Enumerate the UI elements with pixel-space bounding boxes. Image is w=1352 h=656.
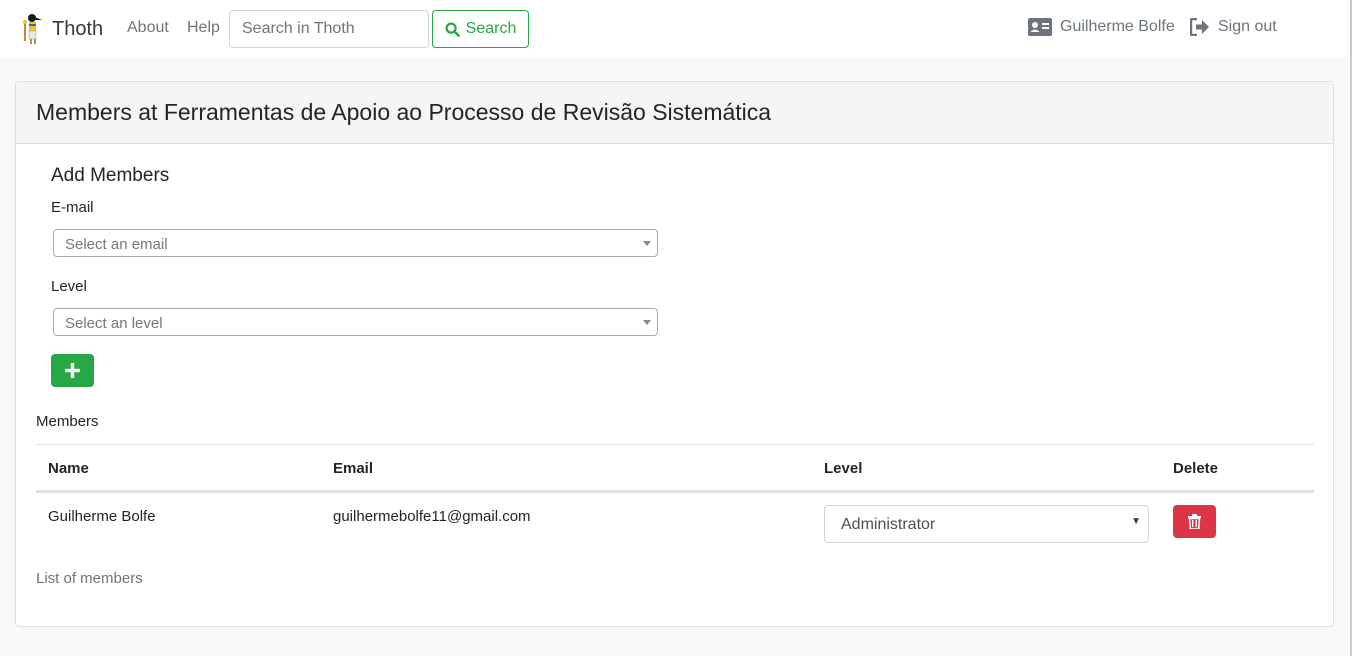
chevron-down-icon [643,320,651,325]
email-label: E-mail [51,199,94,216]
table-caption: List of members [36,570,143,587]
table-top-divider [36,444,1314,445]
sign-out-icon [1190,18,1209,36]
level-select-placeholder: Select an level [65,315,163,332]
member-level-value: Administrator [841,516,936,533]
member-email: guilhermebolfe11@gmail.com [333,508,531,525]
email-select-placeholder: Select an email [65,236,168,253]
column-header-name: Name [48,460,89,477]
members-title: Members [36,413,99,430]
chevron-down-icon [643,241,651,246]
nav-link-help[interactable]: Help [187,19,220,37]
column-header-level: Level [824,460,863,477]
brand-name: Thoth [52,17,104,40]
navbar: Thoth About Help Search Guilherme Bolfe … [0,0,1352,57]
level-select[interactable]: Select an level [53,308,658,336]
user-profile-link[interactable]: Guilherme Bolfe [1028,18,1175,36]
sign-out-link[interactable]: Sign out [1190,18,1277,36]
chevron-down-icon: ▼ [1131,516,1141,527]
card-header: Members at Ferramentas de Apoio ao Proce… [16,82,1333,144]
member-level-select[interactable]: Administrator ▼ [824,505,1149,543]
add-member-button[interactable] [51,354,94,387]
member-name: Guilherme Bolfe [48,508,156,525]
brand[interactable]: Thoth [20,12,103,46]
search-button[interactable]: Search [432,10,529,48]
members-card: Members at Ferramentas de Apoio ao Proce… [15,81,1334,627]
plus-icon [65,363,80,378]
page-title: Members at Ferramentas de Apoio ao Proce… [36,99,772,125]
column-header-email: Email [333,460,374,477]
table-header-divider [36,490,1314,493]
add-members-title: Add Members [51,165,170,186]
email-select[interactable]: Select an email [53,229,658,257]
trash-icon [1188,514,1201,529]
column-header-delete: Delete [1173,460,1219,477]
thoth-logo-icon [23,14,42,44]
delete-member-button[interactable] [1173,505,1216,538]
nav-link-about[interactable]: About [127,19,169,37]
sign-out-label: Sign out [1218,18,1277,35]
search-icon [445,21,460,37]
user-name: Guilherme Bolfe [1060,18,1175,35]
level-label: Level [51,278,87,295]
search-button-label: Search [465,20,517,37]
id-card-icon [1028,18,1052,36]
search-input[interactable] [229,10,429,48]
